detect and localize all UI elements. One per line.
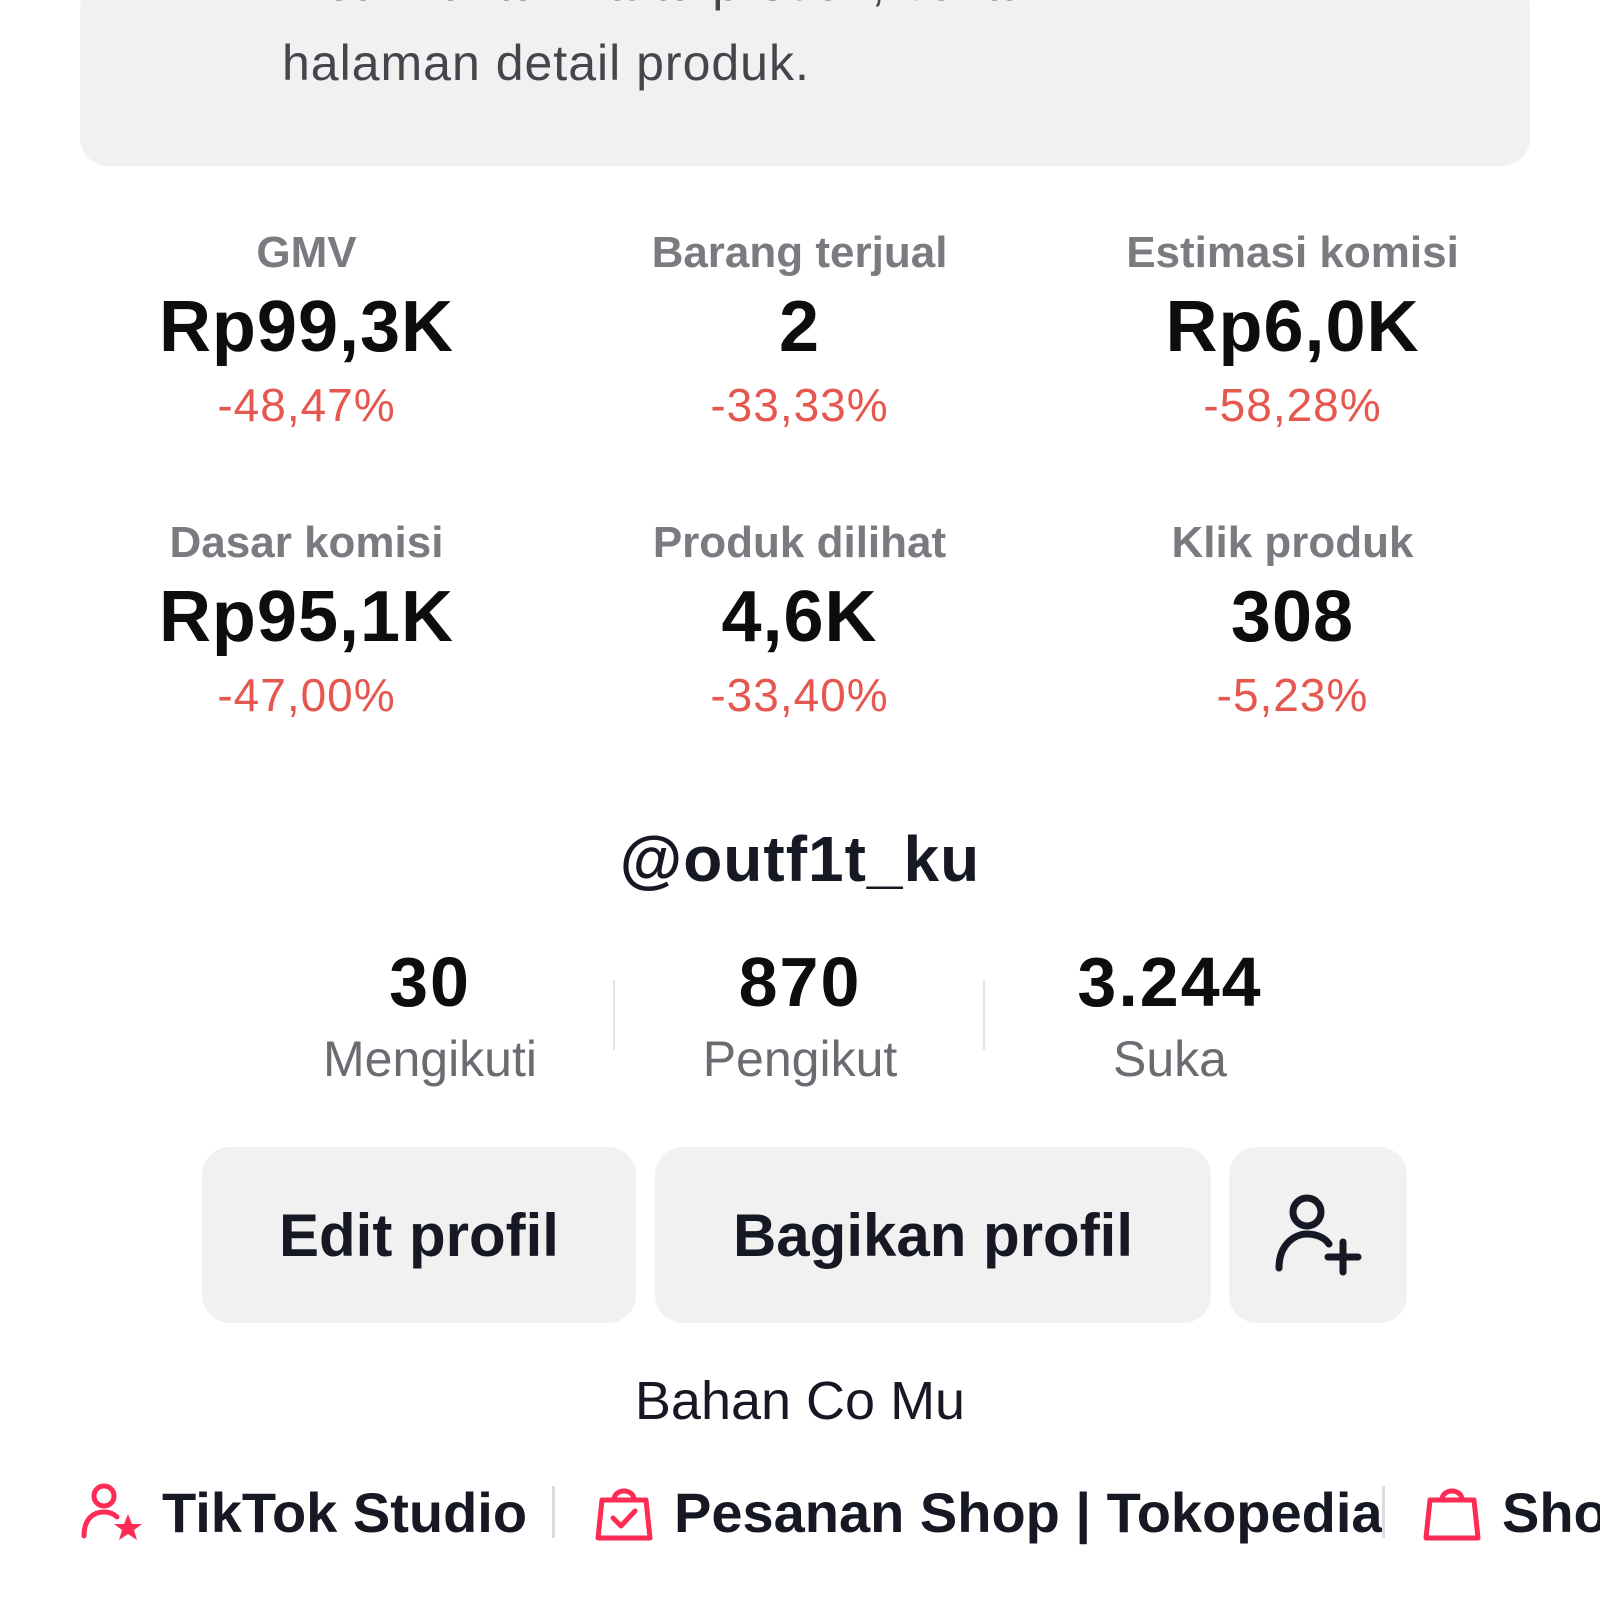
shopping-bag-icon: [1423, 1488, 1481, 1541]
metric-gmv[interactable]: GMV Rp99,3K -48,47%: [60, 225, 553, 515]
metric-label: Estimasi komisi: [1126, 228, 1459, 277]
link-label: Shop: [1502, 1480, 1600, 1544]
metric-commission-base[interactable]: Dasar komisi Rp95,1K -47,00%: [60, 515, 553, 805]
link-tokopedia-orders[interactable]: Pesanan Shop | Tokopedia: [592, 1472, 1383, 1552]
share-profile-button[interactable]: Bagikan profil: [655, 1147, 1211, 1323]
metrics-row-2: Dasar komisi Rp95,1K -47,00% Produk dili…: [60, 515, 1540, 805]
stat-value: 870: [738, 943, 862, 1021]
stat-label: Pengikut: [702, 1031, 898, 1087]
link-label: TikTok Studio: [162, 1480, 528, 1544]
link-separator: [1382, 1486, 1385, 1538]
person-star-icon: [81, 1483, 142, 1540]
metric-label: Barang terjual: [651, 228, 948, 277]
metric-label: Produk dilihat: [652, 518, 947, 567]
link-label: Pesanan Shop | Tokopedia: [674, 1480, 1383, 1544]
metric-value: 2: [778, 287, 821, 367]
link-shop[interactable]: Shop: [1420, 1472, 1600, 1552]
metric-label: Klik produk: [1171, 518, 1414, 567]
notice-line-1: metrik untuk kartu produk, bukan: [282, 0, 1042, 16]
add-friend-button[interactable]: [1229, 1147, 1407, 1323]
metrics-row-1: GMV Rp99,3K -48,47% Barang terjual 2 -33…: [60, 225, 1540, 515]
stat-label: Suka: [1113, 1031, 1227, 1087]
metric-change: -48,47%: [217, 379, 396, 431]
metric-product-views[interactable]: Produk dilihat 4,6K -33,40%: [553, 515, 1046, 805]
stat-following[interactable]: 30 Mengikuti: [245, 940, 615, 1094]
metric-change: -33,40%: [710, 669, 889, 721]
stat-label: Mengikuti: [323, 1031, 537, 1087]
stat-value: 3.244: [1077, 943, 1263, 1021]
metric-label: GMV: [256, 228, 357, 277]
person-add-icon: [1275, 1194, 1362, 1276]
profile-bio: Bahan Co Mu: [634, 1371, 966, 1431]
stat-followers[interactable]: 870 Pengikut: [613, 940, 985, 1094]
shopping-bag-check-icon: [595, 1488, 653, 1541]
profile-stats: 30 Mengikuti 870 Pengikut 3.244 Suka: [245, 940, 1355, 1094]
metrics-grid: GMV Rp99,3K -48,47% Barang terjual 2 -33…: [60, 225, 1540, 805]
stat-likes[interactable]: 3.244 Suka: [983, 940, 1355, 1094]
metric-change: -5,23%: [1216, 669, 1369, 721]
metric-label: Dasar komisi: [169, 518, 444, 567]
stat-divider: [613, 980, 615, 1050]
info-notice-box: metrik untuk kartu produk, bukan halaman…: [80, 0, 1530, 166]
metric-estimated-commission[interactable]: Estimasi komisi Rp6,0K -58,28%: [1046, 225, 1539, 515]
notice-line-2: halaman detail produk.: [282, 35, 810, 91]
link-tiktok-studio[interactable]: TikTok Studio: [80, 1472, 527, 1552]
metric-items-sold[interactable]: Barang terjual 2 -33,33%: [553, 225, 1046, 515]
metric-change: -58,28%: [1203, 379, 1382, 431]
profile-username: @outf1t_ku: [619, 823, 981, 895]
metric-change: -47,00%: [217, 669, 396, 721]
metric-value: Rp95,1K: [158, 577, 455, 657]
stat-divider: [983, 980, 985, 1050]
metric-value: Rp6,0K: [1165, 287, 1420, 367]
metric-value: 308: [1230, 577, 1355, 657]
metric-change: -33,33%: [710, 379, 889, 431]
metric-value: Rp99,3K: [158, 287, 455, 367]
profile-links-row: TikTok Studio Pesanan Shop | Tokopedia S…: [80, 1472, 1600, 1552]
link-separator: [552, 1486, 555, 1538]
stat-value: 30: [389, 943, 471, 1021]
metric-product-clicks[interactable]: Klik produk 308 -5,23%: [1046, 515, 1539, 805]
profile-actions: Edit profil Bagikan profil: [0, 1147, 1600, 1323]
edit-profile-button[interactable]: Edit profil: [202, 1147, 636, 1323]
metric-value: 4,6K: [721, 577, 878, 657]
